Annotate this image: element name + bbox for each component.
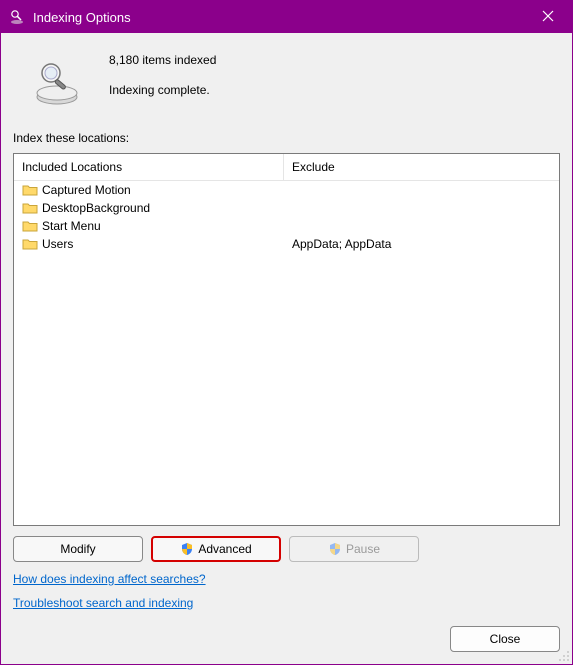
buttons-row: Modify Advanced Pause [13,536,560,562]
status-text: 8,180 items indexed Indexing complete. [109,53,216,97]
locations-list[interactable]: Included Locations Exclude Captured Moti… [13,153,560,526]
locations-label: Index these locations: [13,131,560,145]
column-header-exclude[interactable]: Exclude [284,154,559,180]
exclude-value: AppData; AppData [292,237,391,251]
magnifier-drive-icon [33,59,81,107]
folder-icon [22,237,38,251]
window-title: Indexing Options [33,10,528,25]
titlebar: Indexing Options [1,1,572,33]
items-indexed-text: 8,180 items indexed [109,53,216,67]
locations-body: Captured Motion DesktopBackground Start … [14,181,559,525]
help-links: How does indexing affect searches? Troub… [13,572,560,610]
close-row: Close [13,626,560,652]
shield-icon [328,542,342,556]
folder-icon [22,201,38,215]
list-item[interactable]: DesktopBackground [14,199,559,217]
location-name: DesktopBackground [42,201,150,215]
locations-header: Included Locations Exclude [14,154,559,181]
app-icon [9,9,25,25]
folder-icon [22,183,38,197]
link-how-affects-searches[interactable]: How does indexing affect searches? [13,572,206,586]
list-item[interactable]: Captured Motion [14,181,559,199]
close-icon [542,10,554,25]
location-name: Captured Motion [42,183,131,197]
list-item[interactable]: Start Menu [14,217,559,235]
shield-icon [180,542,194,556]
modify-button[interactable]: Modify [13,536,143,562]
location-name: Users [42,237,73,251]
list-item[interactable]: Users AppData; AppData [14,235,559,253]
link-troubleshoot[interactable]: Troubleshoot search and indexing [13,596,193,610]
column-header-included[interactable]: Included Locations [14,154,284,180]
content-area: 8,180 items indexed Indexing complete. I… [1,33,572,664]
resize-grip-icon[interactable] [558,650,570,662]
window-close-button[interactable] [528,3,568,31]
indexing-options-window: Indexing Options 8,180 items indexed Ind… [0,0,573,665]
advanced-button[interactable]: Advanced [151,536,281,562]
indexing-state-text: Indexing complete. [109,83,216,97]
location-name: Start Menu [42,219,101,233]
pause-button: Pause [289,536,419,562]
folder-icon [22,219,38,233]
status-area: 8,180 items indexed Indexing complete. [13,45,560,131]
close-button[interactable]: Close [450,626,560,652]
